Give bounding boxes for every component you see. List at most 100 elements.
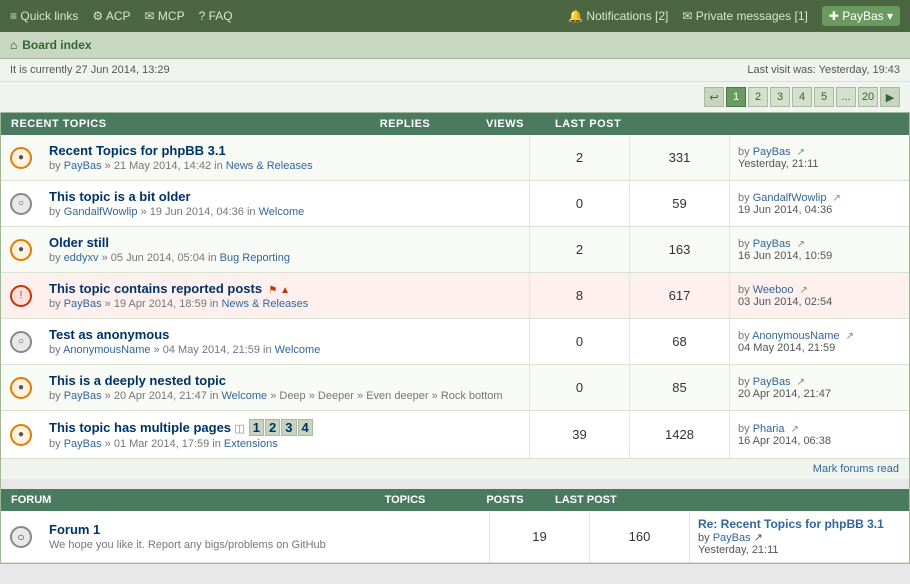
topic-title-link[interactable]: Older still [49,235,109,250]
user-badge[interactable]: ✚ PayBas ▾ [822,6,900,26]
forum-lastpost-title: Re: Recent Topics for phpBB 3.1 [698,517,901,531]
topic-lastpost-author-link[interactable]: Weeboo [753,284,794,296]
mini-page-btn[interactable]: 4 [298,419,313,436]
topic-lastpost: by PayBas ↗ 16 Jun 2014, 10:59 [729,227,909,272]
topic-forum-link[interactable]: Welcome [221,390,267,402]
forum-description: We hope you like it. Report any bigs/pro… [49,539,481,551]
forum-title-link[interactable]: Forum 1 [49,522,100,537]
bell-icon: 🔔 [568,9,583,23]
forum-status-icon: ○ [10,526,32,548]
topic-meta: by PayBas » 19 Apr 2014, 18:59 in News &… [49,298,521,310]
topic-author-link[interactable]: GandalfWowlip [64,206,138,218]
lastpost-arrow-icon: ↗ [797,147,805,158]
menu-icon: ≡ [10,9,17,23]
topic-replies: 8 [529,273,629,318]
mcp-icon: ✉ [145,9,155,23]
topic-main-cell: Recent Topics for phpBB 3.1 by PayBas » … [41,135,529,180]
topic-status-icon: ● [10,239,32,261]
mini-page-btn[interactable]: 3 [281,419,296,436]
topic-icon-cell: ! [1,273,41,318]
topic-author-link[interactable]: PayBas [64,160,102,172]
topic-icon-cell: ○ [1,181,41,226]
topic-author-link[interactable]: AnonymousName [63,344,150,356]
topic-forum-link[interactable]: News & Releases [221,298,308,310]
topic-main-cell: This is a deeply nested topic by PayBas … [41,365,529,410]
topic-mini-pagination: 1234 [249,419,313,436]
topic-forum-link[interactable]: Bug Reporting [220,252,290,264]
mcp-link[interactable]: ✉ MCP [145,9,185,23]
topic-lastpost-author-link[interactable]: GandalfWowlip [753,192,827,204]
topic-title-link[interactable]: This topic is a bit older [49,189,191,204]
topic-lastpost-date: 03 Jun 2014, 02:54 [738,296,832,308]
topic-author-link[interactable]: PayBas [64,298,102,310]
acp-icon: ⚙ [92,9,103,23]
topic-replies: 0 [529,319,629,364]
user-plus-icon: ✚ [829,9,839,23]
topic-forum-link[interactable]: Extensions [224,438,278,450]
topic-title-link[interactable]: This is a deeply nested topic [49,373,226,388]
topic-main-cell: This topic contains reported posts ⚑ ▲ b… [41,273,529,318]
top-navigation: ≡ Quick links ⚙ ACP ✉ MCP ? FAQ 🔔 Notifi… [0,0,910,32]
board-index-link[interactable]: Board index [22,38,91,52]
topic-row: ! This topic contains reported posts ⚑ ▲… [1,273,909,319]
topic-lastpost-author-link[interactable]: PayBas [753,146,791,158]
topic-title: This topic contains reported posts ⚑ ▲ [49,281,521,296]
pagination-return-button[interactable]: ↩ [704,87,724,107]
topic-meta: by eddyxv » 05 Jun 2014, 05:04 in Bug Re… [49,252,521,264]
topic-lastpost-author-link[interactable]: PayBas [753,238,791,250]
topic-title: Older still [49,235,521,250]
pagination-page-5[interactable]: 5 [814,87,834,107]
topic-forum-link[interactable]: Welcome [259,206,305,218]
topic-lastpost-date: 19 Jun 2014, 04:36 [738,204,832,216]
topic-lastpost-author-link[interactable]: AnonymousName [752,330,839,342]
topic-author-link[interactable]: eddyxv [64,252,99,264]
acp-link[interactable]: ⚙ ACP [92,9,130,23]
breadcrumb-bar: ⌂ Board index [0,32,910,59]
topic-title-link[interactable]: This topic contains reported posts [49,281,262,296]
topic-replies: 39 [529,411,629,458]
topic-lastpost-author-link[interactable]: Pharia [753,423,785,435]
topic-lastpost: by Weeboo ↗ 03 Jun 2014, 02:54 [729,273,909,318]
pagination-page-20[interactable]: 20 [858,87,878,107]
forum-section-header: FORUM TOPICS POSTS LAST POST [1,489,909,511]
mini-page-btn[interactable]: 2 [265,419,280,436]
lastpost-arrow-icon: ↗ [797,239,805,250]
pagination-page-1[interactable]: 1 [726,87,746,107]
private-messages-link[interactable]: ✉ Private messages [1] [682,9,807,23]
faq-link[interactable]: ? FAQ [199,9,233,23]
lastpost-arrow-icon: ↗ [800,285,808,296]
info-bar: It is currently 27 Jun 2014, 13:29 Last … [0,59,910,82]
forum-lastpost-author-link[interactable]: PayBas [713,532,751,544]
forum-lastpost-title-link[interactable]: Re: Recent Topics for phpBB 3.1 [698,517,884,531]
multipage-icon: ◫ [234,423,244,435]
topic-forum-link[interactable]: Welcome [275,344,321,356]
topic-forum-link[interactable]: News & Releases [226,160,313,172]
topic-views: 163 [629,227,729,272]
topic-replies: 2 [529,135,629,180]
topic-lastpost: by AnonymousName ↗ 04 May 2014, 21:59 [729,319,909,364]
topic-lastpost-author-link[interactable]: PayBas [753,376,791,388]
forum-main-cell: Forum 1 We hope you like it. Report any … [41,514,489,559]
topic-row: ● This is a deeply nested topic by PayBa… [1,365,909,411]
pagination-page-2[interactable]: 2 [748,87,768,107]
topic-title-link[interactable]: Recent Topics for phpBB 3.1 [49,143,226,158]
topic-author-link[interactable]: PayBas [64,438,102,450]
topic-title-link[interactable]: This topic has multiple pages [49,420,231,435]
topic-status-icon: ! [10,285,32,307]
topic-row: ● Recent Topics for phpBB 3.1 by PayBas … [1,135,909,181]
topic-icon-cell: ● [1,227,41,272]
notifications-link[interactable]: 🔔 Notifications [2] [568,9,668,23]
quick-links-menu[interactable]: ≡ Quick links [10,9,78,23]
mark-forums-read-link[interactable]: Mark forums read [813,463,899,475]
topic-title-link[interactable]: Test as anonymous [49,327,169,342]
topic-lastpost: by Pharia ↗ 16 Apr 2014, 06:38 [729,411,909,458]
mini-page-btn[interactable]: 1 [249,419,264,436]
topic-author-link[interactable]: PayBas [64,390,102,402]
pagination-page-4[interactable]: 4 [792,87,812,107]
forum-posts-count: 160 [589,511,689,562]
forum-icon-cell: ○ [1,516,41,558]
topic-lastpost-date: 04 May 2014, 21:59 [738,342,835,354]
pagination-page-3[interactable]: 3 [770,87,790,107]
topic-status-icon: ● [10,147,32,169]
pagination-next-button[interactable]: ▶ [880,87,900,107]
